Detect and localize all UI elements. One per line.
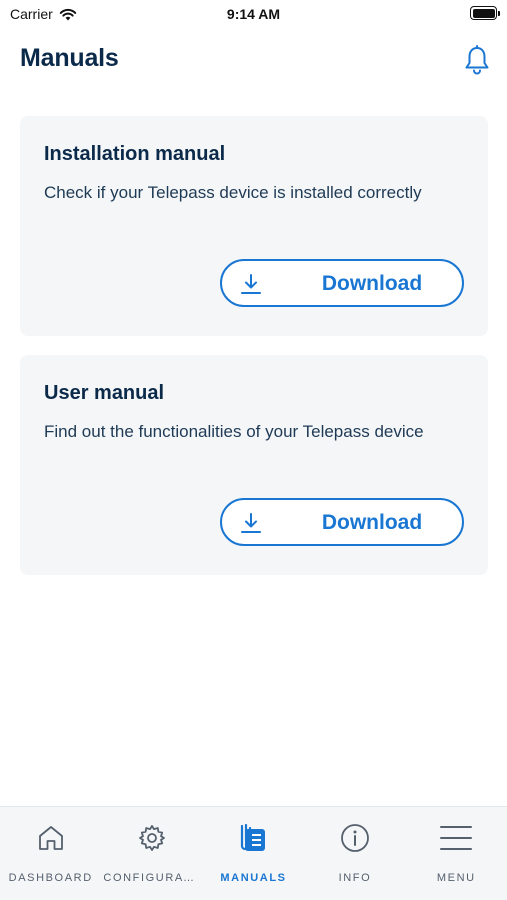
- download-icon: [241, 274, 261, 294]
- installation-manual-download-button[interactable]: Download: [220, 259, 464, 307]
- menu-icon: [439, 821, 473, 855]
- download-label: Download: [321, 272, 423, 295]
- page-title: Manuals: [20, 44, 119, 72]
- tab-label: MANUALS: [220, 872, 287, 884]
- card-description: Find out the functionalities of your Tel…: [44, 422, 424, 441]
- tab-info[interactable]: INFO: [304, 807, 405, 900]
- card-title: User manual: [44, 382, 165, 404]
- status-bar: Carrier 9:14 AM: [0, 0, 507, 28]
- gear-icon: [135, 821, 169, 855]
- status-time: 9:14 AM: [226, 6, 281, 22]
- user-manual-download-button[interactable]: Download: [220, 498, 464, 546]
- battery-icon: [470, 6, 500, 20]
- notifications-button[interactable]: [461, 42, 493, 78]
- card-description: Check if your Telepass device is install…: [44, 183, 422, 202]
- installation-manual-card: Installation manual Check if your Telepa…: [20, 116, 488, 336]
- info-icon: [338, 821, 372, 855]
- tab-manuals[interactable]: MANUALS: [203, 807, 304, 900]
- home-icon: [34, 821, 68, 855]
- manuals-icon: [237, 821, 271, 855]
- bottom-tab-bar: DASHBOARD CONFIGURATI… MANUALS INFO MENU: [0, 806, 507, 900]
- tab-label: INFO: [338, 872, 372, 884]
- tab-configuration[interactable]: CONFIGURATI…: [101, 807, 203, 900]
- tab-label: CONFIGURATI…: [103, 872, 203, 884]
- card-title: Installation manual: [44, 143, 226, 165]
- tab-dashboard[interactable]: DASHBOARD: [0, 807, 101, 900]
- bell-icon: [465, 45, 489, 75]
- download-icon: [241, 513, 261, 533]
- user-manual-card: User manual Find out the functionalities…: [20, 355, 488, 575]
- tab-label: MENU: [436, 872, 476, 884]
- download-label: Download: [321, 511, 423, 534]
- tab-label: DASHBOARD: [8, 872, 93, 884]
- tab-menu[interactable]: MENU: [406, 807, 507, 900]
